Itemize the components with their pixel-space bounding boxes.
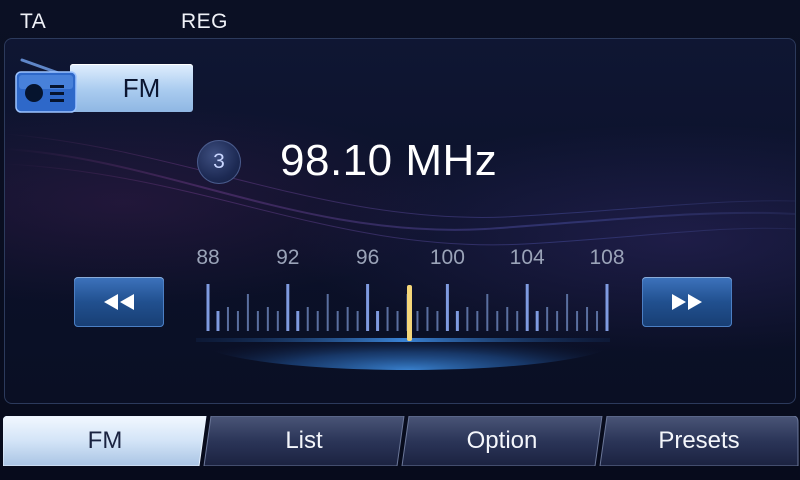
tab-presets[interactable]: Presets: [599, 416, 799, 466]
tuner-scale-label: 92: [276, 246, 299, 269]
tab-presets-label: Presets: [658, 427, 740, 454]
tuner-scale[interactable]: 88 92 96 100 104 108: [0, 0, 800, 480]
tab-fm-label: FM: [87, 427, 123, 454]
tuner-scale-label: 100: [430, 246, 465, 269]
radio-screen: TA REG FM 3 98.10 MHz 88 92 96 100 104 1…: [0, 0, 800, 480]
tab-fm[interactable]: FM: [3, 416, 207, 466]
tab-option-label: Option: [466, 427, 538, 454]
seek-back-button[interactable]: [74, 277, 164, 327]
tuner-scale-label: 88: [196, 246, 219, 269]
rewind-icon: [104, 294, 134, 310]
tuner-indicator[interactable]: [406, 285, 412, 341]
tab-option[interactable]: Option: [401, 416, 603, 466]
tab-list-label: List: [285, 427, 323, 454]
tuner-baseline: [196, 338, 610, 342]
tuner-scale-label: 96: [356, 246, 379, 269]
seek-forward-button[interactable]: [642, 277, 732, 327]
tab-list[interactable]: List: [203, 416, 405, 466]
fast-forward-icon: [672, 294, 702, 310]
tuner-scale-label: 104: [510, 246, 545, 269]
tuner-scale-label: 108: [589, 246, 624, 269]
